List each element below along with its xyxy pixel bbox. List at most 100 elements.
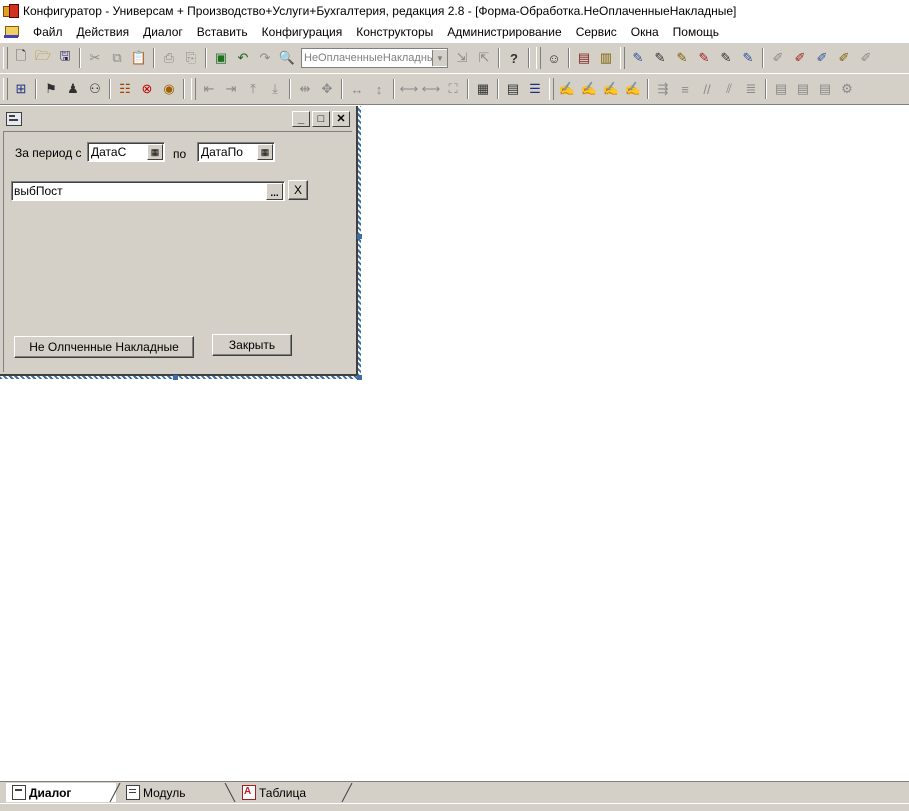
tab-order-icon[interactable]: ☷ [114,78,136,100]
user-icon[interactable]: ☺ [543,47,565,69]
wizard-2-icon[interactable]: ✎ [649,47,671,69]
unpaid-invoices-button[interactable]: Не Олпченные Накладные [14,336,194,358]
toolbar-grip[interactable] [3,78,8,100]
indent-icon[interactable]: ⇶ [652,78,674,100]
undo-icon[interactable]: ↶ [232,47,254,69]
procedure-list-icon[interactable]: ⚙ [836,78,858,100]
find-next-icon[interactable]: ⇲ [451,47,473,69]
module-tool-2-icon[interactable]: ✍ [578,78,600,100]
wizard-5-icon[interactable]: ✎ [715,47,737,69]
find-prev-icon[interactable]: ⇱ [473,47,495,69]
module-tool-3-icon[interactable]: ✍ [600,78,622,100]
space-vertical-icon[interactable]: ⟷ [420,78,442,100]
find-objects-icon[interactable]: ⚇ [84,78,106,100]
print-icon[interactable]: ⎙ [158,47,180,69]
same-width-icon[interactable]: ↔ [346,78,368,100]
copy-icon[interactable]: ⧉ [106,47,128,69]
constructor-1-icon[interactable]: ✐ [767,47,789,69]
wizard-1-icon[interactable]: ✎ [627,47,649,69]
find-icon[interactable]: 🔍 [276,47,298,69]
redo-icon[interactable]: ↷ [254,47,276,69]
outdent-icon[interactable]: ≡ [674,78,696,100]
test-form-icon[interactable]: ◉ [158,78,180,100]
tab-dialog[interactable]: Диалог [6,783,116,802]
date-from-field[interactable]: ДатаС ▦ [87,142,165,162]
uncomment-icon[interactable]: ⫽ [718,78,740,100]
menu-insert[interactable]: Вставить [190,25,255,39]
procedure-2-icon[interactable]: ▤ [792,78,814,100]
menu-help[interactable]: Помощь [666,25,726,39]
space-horizontal-icon[interactable]: ⟷ [398,78,420,100]
toolbar-grip[interactable] [191,78,196,100]
debug-icon[interactable]: ▥ [595,47,617,69]
wizard-6-icon[interactable]: ✎ [737,47,759,69]
supplier-field[interactable]: выбПост ... [11,181,285,201]
constructor-3-icon[interactable]: ✐ [811,47,833,69]
align-top-icon[interactable]: ⤒ [242,78,264,100]
comment-icon[interactable]: // [696,78,718,100]
align-right-icon[interactable]: ⇥ [220,78,242,100]
module-tool-4-icon[interactable]: ✍ [622,78,644,100]
resize-handle-corner[interactable] [357,375,362,380]
system-menu-icon[interactable] [4,25,20,39]
person-icon[interactable]: ♟ [62,78,84,100]
paste-icon[interactable]: 📋 [128,47,150,69]
toolbar-grip[interactable] [620,47,625,69]
date-to-field[interactable]: ДатаПо ▦ [197,142,275,162]
form-properties-icon[interactable]: ▤ [502,78,524,100]
same-height-icon[interactable]: ↕ [368,78,390,100]
toolbar-grip[interactable] [3,47,8,69]
wizard-4-icon[interactable]: ✎ [693,47,715,69]
format-icon[interactable]: ≣ [740,78,762,100]
menu-constructors[interactable]: Конструкторы [349,25,440,39]
close-button[interactable]: Закрыть [212,334,292,356]
menu-configuration[interactable]: Конфигурация [255,25,350,39]
procedure-3-icon[interactable]: ▤ [814,78,836,100]
new-file-icon[interactable]: 🗋 [10,47,32,69]
help-icon[interactable]: ? [503,47,525,69]
form-layers-icon[interactable]: ⊞ [10,78,32,100]
constructor-4-icon[interactable]: ✐ [833,47,855,69]
cut-icon[interactable]: ✂ [84,47,106,69]
minimize-icon[interactable]: _ [292,110,310,127]
save-icon[interactable]: 🖫 [54,47,76,69]
fit-size-icon[interactable]: ⛶ [442,78,464,100]
tab-module[interactable]: Модуль [120,783,226,802]
calendar-icon[interactable]: ▦ [257,144,273,160]
tab-table[interactable]: A Таблица [236,783,342,802]
print-preview-icon[interactable]: ⎘ [180,47,202,69]
open-folder-icon[interactable]: 🗁 [32,47,54,69]
calendar-icon[interactable]: ▦ [147,144,163,160]
menu-dialog[interactable]: Диалог [136,25,190,39]
menu-actions[interactable]: Действия [70,25,137,39]
center-horizontal-icon[interactable]: ⇹ [294,78,316,100]
properties-icon[interactable]: ▣ [210,47,232,69]
grid-icon[interactable]: ▦ [472,78,494,100]
center-vertical-icon[interactable]: ✥ [316,78,338,100]
maximize-icon[interactable]: □ [312,110,330,127]
clear-button[interactable]: X [288,180,308,200]
resize-handle-right[interactable] [357,234,362,239]
wizard-3-icon[interactable]: ✎ [671,47,693,69]
object-combo[interactable]: НеОплаченныеНакладнь ▼ [301,48,448,68]
constructor-5-icon[interactable]: ✐ [855,47,877,69]
select-ellipsis-icon[interactable]: ... [266,182,283,200]
menu-file[interactable]: Файл [26,25,70,39]
resize-handle-bottom[interactable] [173,375,178,380]
chevron-down-icon[interactable]: ▼ [432,50,447,66]
toolbar-grip[interactable] [549,78,554,100]
close-icon[interactable]: ✕ [332,110,350,127]
no-entry-icon[interactable]: ⊗ [136,78,158,100]
menu-service[interactable]: Сервис [569,25,624,39]
procedure-1-icon[interactable]: ▤ [770,78,792,100]
align-left-icon[interactable]: ⇤ [198,78,220,100]
module-tool-1-icon[interactable]: ✍ [556,78,578,100]
menu-administration[interactable]: Администрирование [440,25,568,39]
layers-icon[interactable]: ☰ [524,78,546,100]
align-bottom-icon[interactable]: ⤓ [264,78,286,100]
object-icon[interactable]: ⚑ [40,78,62,100]
toolbar-grip[interactable] [536,47,541,69]
syntax-check-icon[interactable]: ▤ [573,47,595,69]
menu-windows[interactable]: Окна [624,25,666,39]
constructor-2-icon[interactable]: ✐ [789,47,811,69]
